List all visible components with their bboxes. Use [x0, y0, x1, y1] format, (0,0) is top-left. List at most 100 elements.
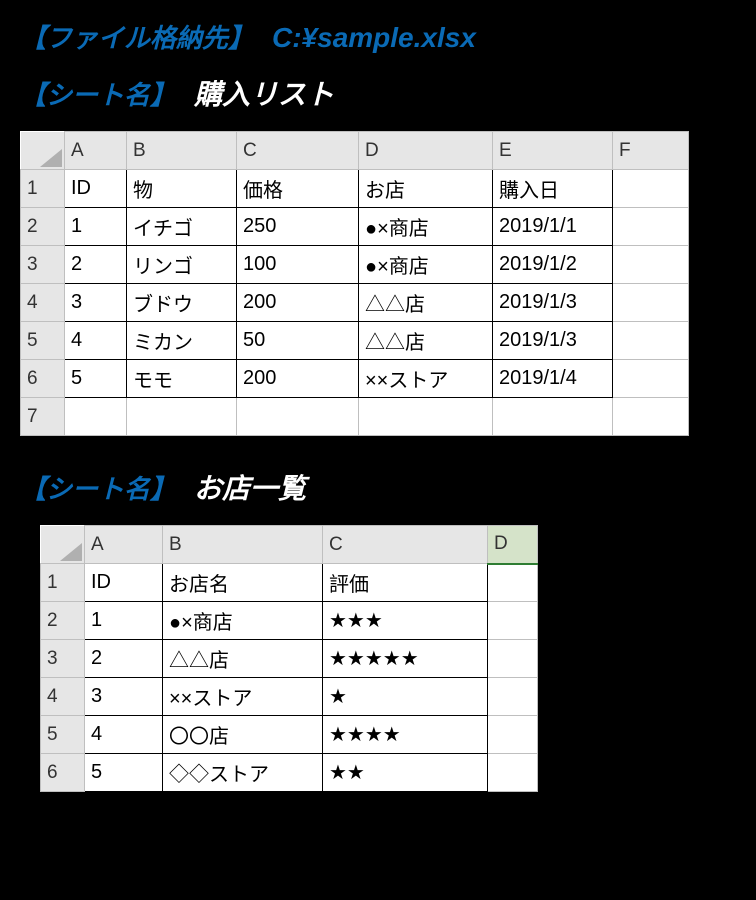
row-header[interactable]: 3 — [41, 640, 85, 678]
cell[interactable]: △△店 — [163, 640, 323, 678]
cell[interactable]: 2 — [85, 640, 163, 678]
cell[interactable]: イチゴ — [127, 208, 237, 246]
cell[interactable]: 購入日 — [493, 170, 613, 208]
cell[interactable]: 4 — [65, 322, 127, 360]
row-header[interactable]: 4 — [41, 678, 85, 716]
cell[interactable] — [613, 398, 689, 436]
cell[interactable]: 100 — [237, 246, 359, 284]
row-header[interactable]: 1 — [41, 564, 85, 602]
cell[interactable]: ★★★ — [323, 602, 488, 640]
sheet2-grid: A B C D 1 ID お店名 評価 2 1 ●×商店 ★★★ 3 2 △△店… — [40, 525, 538, 792]
row-header[interactable]: 5 — [21, 322, 65, 360]
cell[interactable]: △△店 — [359, 322, 493, 360]
cell[interactable]: 4 — [85, 716, 163, 754]
cell[interactable]: 2019/1/3 — [493, 322, 613, 360]
col-header-A[interactable]: A — [85, 526, 163, 564]
cell[interactable]: 250 — [237, 208, 359, 246]
select-all-corner[interactable] — [21, 132, 65, 170]
row-header[interactable]: 6 — [21, 360, 65, 398]
row-header[interactable]: 1 — [21, 170, 65, 208]
cell[interactable]: ××ストア — [163, 678, 323, 716]
cell[interactable] — [359, 398, 493, 436]
cell[interactable] — [488, 754, 538, 792]
cell[interactable]: △△店 — [359, 284, 493, 322]
cell[interactable]: ブドウ — [127, 284, 237, 322]
cell[interactable]: 評価 — [323, 564, 488, 602]
triangle-icon — [60, 543, 82, 561]
sheet2-name: お店一覧 — [194, 467, 306, 507]
cell[interactable]: 2019/1/1 — [493, 208, 613, 246]
cell[interactable]: お店名 — [163, 564, 323, 602]
sheet2-label: 【シート名】 — [20, 469, 176, 506]
row-header[interactable]: 4 — [21, 284, 65, 322]
row-header[interactable]: 5 — [41, 716, 85, 754]
cell[interactable] — [488, 716, 538, 754]
cell[interactable]: 〇〇店 — [163, 716, 323, 754]
sheet2-heading: 【シート名】 お店一覧 — [20, 467, 736, 507]
cell[interactable]: 200 — [237, 360, 359, 398]
cell[interactable]: ★★★★★ — [323, 640, 488, 678]
cell[interactable]: 50 — [237, 322, 359, 360]
cell[interactable] — [488, 678, 538, 716]
cell[interactable]: 3 — [85, 678, 163, 716]
cell[interactable] — [613, 360, 689, 398]
cell[interactable]: ●×商店 — [359, 208, 493, 246]
cell[interactable]: ★★★★ — [323, 716, 488, 754]
select-all-corner[interactable] — [41, 526, 85, 564]
file-path-label: 【ファイル格納先】 — [20, 18, 254, 55]
col-header-B[interactable]: B — [127, 132, 237, 170]
cell[interactable]: モモ — [127, 360, 237, 398]
cell[interactable]: ★ — [323, 678, 488, 716]
cell[interactable]: 2019/1/4 — [493, 360, 613, 398]
file-path-heading: 【ファイル格納先】 C:¥sample.xlsx — [20, 18, 736, 55]
col-header-C[interactable]: C — [237, 132, 359, 170]
cell[interactable] — [613, 170, 689, 208]
cell[interactable]: 200 — [237, 284, 359, 322]
row-header[interactable]: 7 — [21, 398, 65, 436]
cell[interactable]: 2019/1/3 — [493, 284, 613, 322]
cell[interactable]: ID — [65, 170, 127, 208]
cell[interactable]: 5 — [65, 360, 127, 398]
col-header-B[interactable]: B — [163, 526, 323, 564]
row-header[interactable]: 3 — [21, 246, 65, 284]
cell[interactable]: 5 — [85, 754, 163, 792]
cell[interactable] — [613, 284, 689, 322]
cell[interactable]: ●×商店 — [163, 602, 323, 640]
cell[interactable] — [127, 398, 237, 436]
cell[interactable]: 2019/1/2 — [493, 246, 613, 284]
cell[interactable]: 価格 — [237, 170, 359, 208]
cell[interactable]: ★★ — [323, 754, 488, 792]
cell[interactable] — [65, 398, 127, 436]
cell[interactable] — [488, 640, 538, 678]
cell[interactable]: 2 — [65, 246, 127, 284]
row-header[interactable]: 6 — [41, 754, 85, 792]
file-path-value: C:¥sample.xlsx — [272, 22, 476, 54]
cell[interactable]: ●×商店 — [359, 246, 493, 284]
cell[interactable] — [493, 398, 613, 436]
cell[interactable]: 1 — [65, 208, 127, 246]
cell[interactable] — [613, 208, 689, 246]
row-header[interactable]: 2 — [21, 208, 65, 246]
cell[interactable] — [237, 398, 359, 436]
cell[interactable] — [613, 322, 689, 360]
sheet1-heading: 【シート名】 購入リスト — [20, 73, 736, 113]
cell[interactable]: ID — [85, 564, 163, 602]
row-header[interactable]: 2 — [41, 602, 85, 640]
cell[interactable]: 物 — [127, 170, 237, 208]
cell[interactable]: ミカン — [127, 322, 237, 360]
cell[interactable]: リンゴ — [127, 246, 237, 284]
cell[interactable]: 1 — [85, 602, 163, 640]
cell[interactable]: お店 — [359, 170, 493, 208]
col-header-D[interactable]: D — [359, 132, 493, 170]
cell[interactable] — [613, 246, 689, 284]
cell[interactable] — [488, 564, 538, 602]
cell[interactable]: ◇◇ストア — [163, 754, 323, 792]
col-header-F[interactable]: F — [613, 132, 689, 170]
col-header-A[interactable]: A — [65, 132, 127, 170]
col-header-D[interactable]: D — [488, 526, 538, 564]
col-header-E[interactable]: E — [493, 132, 613, 170]
cell[interactable] — [488, 602, 538, 640]
cell[interactable]: 3 — [65, 284, 127, 322]
cell[interactable]: ××ストア — [359, 360, 493, 398]
col-header-C[interactable]: C — [323, 526, 488, 564]
